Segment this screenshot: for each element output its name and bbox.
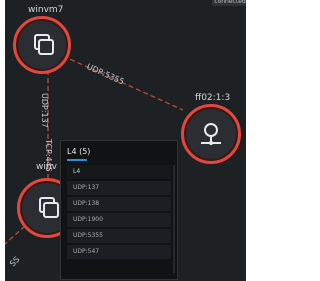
- list-item[interactable]: UDP:547: [67, 245, 171, 259]
- protocol-list: L4 UDP:137 UDP:138 UDP:1900 UDP:5355 UDP…: [67, 165, 171, 261]
- scrollbar[interactable]: [173, 165, 175, 273]
- tab-l4[interactable]: L4 (5): [67, 147, 90, 156]
- list-item[interactable]: UDP:5355: [67, 229, 171, 243]
- tab-active-indicator: [67, 159, 87, 161]
- protocol-popup: L4 (5) L4 UDP:137 UDP:138 UDP:1900 UDP:5…: [60, 140, 178, 280]
- list-item[interactable]: UDP:1900: [67, 213, 171, 227]
- link-label-tcp445: TCP:445: [44, 139, 53, 172]
- topology-canvas[interactable]: connected winvm7 ff02:1:3 winv UDP:5355 …: [5, 0, 246, 281]
- location-pin-icon: [201, 123, 221, 145]
- copy-windows-icon: [34, 34, 54, 55]
- node-label-winvm7: winvm7: [28, 5, 64, 15]
- node-winvm7[interactable]: [13, 16, 71, 74]
- node-ff02[interactable]: [181, 104, 241, 164]
- node-label-ff02: ff02:1:3: [195, 93, 231, 103]
- status-chip: connected: [212, 0, 246, 6]
- list-item[interactable]: UDP:138: [67, 197, 171, 211]
- list-item[interactable]: UDP:137: [67, 181, 171, 195]
- link-label-udp137: UDP:137: [40, 93, 49, 128]
- list-header: L4: [67, 165, 171, 179]
